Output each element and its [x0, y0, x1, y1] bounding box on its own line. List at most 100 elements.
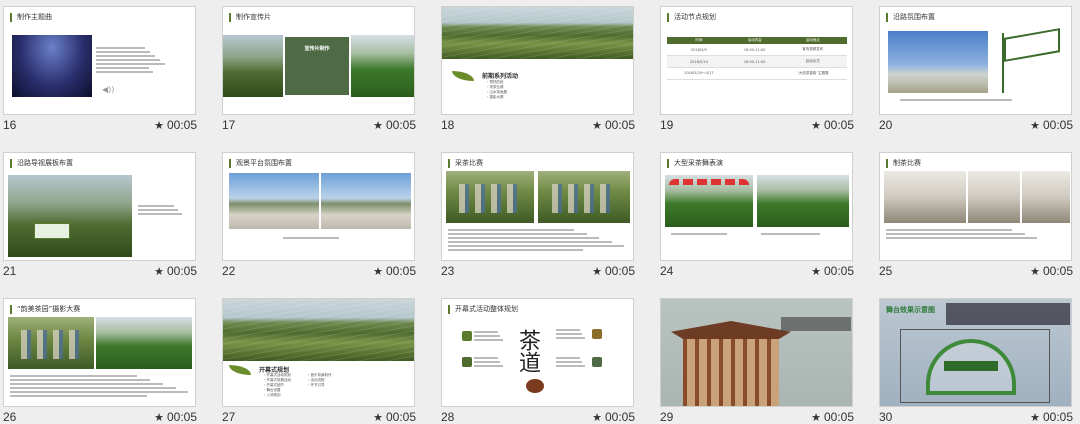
slide-photo — [446, 171, 534, 223]
star-icon: ★ — [154, 120, 164, 132]
slide-preview[interactable]: 活动节点规划 时间 活动内容 活动地点 2018/5/9 16:00-11:00 宣传视频发… — [660, 6, 853, 115]
slide-duration: 00:05 — [604, 410, 635, 424]
slide-number: 22 — [222, 264, 236, 278]
slide-thumbnail-16[interactable]: 制作主题曲 ◀)) 16 ★ 00:05 — [3, 6, 222, 147]
slide-thumbnail-24[interactable]: 大型采茶舞表演 24 ★ 00:05 — [660, 152, 879, 293]
table-header-cell: 活动内容 — [730, 37, 779, 44]
slide-sorter-grid: 制作主题曲 ◀)) 16 ★ 00:05 制作宣传片 宣传片制作 17 ★ 00:05 前期系列活动… — [0, 0, 1080, 424]
slide-duration: 00:05 — [823, 264, 854, 278]
text-line — [474, 339, 503, 341]
slide-preview[interactable]: 沿路氛围布置 — [879, 6, 1072, 115]
slide-preview[interactable]: 开幕式活动整体规划 茶道 — [441, 298, 634, 407]
slide-photo — [351, 35, 414, 97]
table-cell: 宣传视频发布 — [778, 44, 847, 56]
text-line — [96, 71, 154, 73]
slide-title: 沿路氛围布置 — [886, 13, 935, 22]
text-line — [886, 233, 1025, 235]
slide-preview[interactable]: 沿路导视展板布置 — [3, 152, 196, 261]
flag-pole — [1002, 33, 1004, 93]
star-icon: ★ — [592, 120, 602, 132]
slide-title: 制作宣传片 — [229, 13, 271, 22]
slide-thumbnail-19[interactable]: 活动节点规划 时间 活动内容 活动地点 2018/5/9 16:00-11:00 宣传视频发… — [660, 6, 879, 147]
slide-photo — [321, 173, 411, 229]
slide-preview[interactable]: 制作宣传片 宣传片制作 — [222, 6, 415, 115]
table-row: 2018/5/9 16:00-11:00 宣传视频发布 — [667, 44, 847, 56]
stage-truss — [900, 329, 1050, 403]
slide-preview[interactable]: 舞台效果图布置 — [660, 298, 853, 407]
slide-duration: 00:05 — [823, 118, 854, 132]
speaker-icon: ◀)) — [102, 85, 115, 94]
slide-timing: ★ 00:05 — [1030, 410, 1073, 424]
slide-title: 开幕式活动整体规划 — [448, 305, 518, 314]
star-icon: ★ — [1030, 120, 1040, 132]
text-line — [474, 331, 498, 333]
flag-banner — [1004, 28, 1060, 62]
slide-photo — [223, 299, 414, 361]
slide-photo — [884, 171, 966, 223]
text-line — [448, 249, 583, 251]
slide-thumbnail-25[interactable]: 制茶比赛 25 ★ 00:05 — [879, 152, 1080, 293]
slide-body-text — [556, 357, 590, 369]
slide-thumbnail-28[interactable]: 开幕式活动整体规划 茶道 28 ★ 00:05 — [441, 298, 660, 424]
slide-timing: ★ 00:05 — [592, 264, 635, 278]
slide-thumbnail-18[interactable]: 前期系列活动 ・预热阶段 ・采茶比赛 ・山水茶画展 ・摄影大赛 18 ★ 00:05 — [441, 6, 660, 147]
slide-title: 舞台效果示意图 — [886, 306, 935, 314]
star-icon: ★ — [592, 266, 602, 278]
slide-preview[interactable]: “韵美茶园”摄影大赛 — [3, 298, 196, 407]
slide-number: 27 — [222, 410, 236, 424]
slide-thumbnail-20[interactable]: 沿路氛围布置 20 ★ 00:05 — [879, 6, 1080, 147]
slide-duration: 00:05 — [604, 118, 635, 132]
text-line — [671, 233, 727, 235]
teapot-icon — [526, 379, 544, 393]
step-badge-icon — [592, 357, 602, 367]
star-icon: ★ — [373, 412, 383, 424]
step-badge-icon — [592, 329, 602, 339]
slide-number: 18 — [441, 118, 455, 132]
slide-preview[interactable]: 观景平台氛围布置 — [222, 152, 415, 261]
slide-thumbnail-21[interactable]: 沿路导视展板布置 21 ★ 00:05 — [3, 152, 222, 293]
slide-preview[interactable]: 采茶比赛 — [441, 152, 634, 261]
slide-body-text — [886, 229, 1066, 241]
table-header-row: 时间 活动内容 活动地点 — [667, 37, 847, 44]
slide-title: 采茶比赛 — [448, 159, 483, 168]
text-line — [474, 335, 501, 337]
slide-number: 29 — [660, 410, 674, 424]
text-line — [448, 229, 574, 231]
slide-thumbnail-29[interactable]: 舞台效果图布置 29 ★00:05 — [660, 298, 879, 424]
star-icon: ★ — [811, 266, 821, 278]
slide-title: 前期系列活动 — [482, 73, 519, 80]
slide-timing: ★ 00:05 — [154, 410, 197, 424]
text-line — [448, 245, 625, 247]
slide-thumbnail-27[interactable]: 开幕式规划 ・开幕式活动规划 ・开幕式前期活动 ・开幕式细节 ・舞台设置 ・入场规划 ・音乐… — [222, 298, 441, 424]
slide-preview[interactable]: 制作主题曲 ◀)) — [3, 6, 196, 115]
slide-thumbnail-23[interactable]: 采茶比赛 23 ★ 00:05 — [441, 152, 660, 293]
slide-preview[interactable]: 制茶比赛 — [879, 152, 1072, 261]
slide-duration: 00:05 — [823, 410, 854, 424]
text-line — [474, 365, 503, 367]
slide-preview[interactable]: 舞台效果示意图 — [879, 298, 1072, 407]
text-line — [556, 357, 580, 359]
text-line — [96, 55, 155, 57]
slide-preview[interactable]: 开幕式规划 ・开幕式活动规划 ・开幕式前期活动 ・开幕式细节 ・舞台设置 ・入场规划 ・音乐… — [222, 298, 415, 407]
slide-preview[interactable]: 前期系列活动 ・预热阶段 ・采茶比赛 ・山水茶画展 ・摄影大赛 — [441, 6, 634, 115]
slide-thumbnail-22[interactable]: 观景平台氛围布置 22 ★ 00:05 — [222, 152, 441, 293]
slide-thumbnail-30[interactable]: 舞台效果示意图 30 ★ 00:05 — [879, 298, 1080, 424]
slide-thumbnail-17[interactable]: 制作宣传片 宣传片制作 17 ★ 00:05 — [222, 6, 441, 147]
slide-thumbnail-26[interactable]: “韵美茶园”摄影大赛 26 ★ 00:05 — [3, 298, 222, 424]
slide-body-text — [283, 237, 363, 241]
slide-duration: 00:05 — [166, 410, 197, 424]
text-line — [556, 329, 580, 331]
slide-timing: ★ 00:05 — [811, 264, 854, 278]
table-cell: “大信茶香韵”主题展 — [778, 67, 847, 80]
star-icon: ★ — [811, 412, 821, 424]
slide-preview[interactable]: 大型采茶舞表演 — [660, 152, 853, 261]
text-line — [474, 361, 501, 363]
text-line — [900, 99, 1012, 101]
slide-photo — [223, 35, 283, 97]
star-icon: ★ — [592, 412, 602, 424]
star-icon: ★ — [373, 266, 383, 278]
slide-duration: 00:05 — [1042, 118, 1073, 132]
slide-photo — [12, 35, 92, 97]
tea-leaf-icon — [229, 365, 251, 375]
text-line — [96, 51, 150, 53]
